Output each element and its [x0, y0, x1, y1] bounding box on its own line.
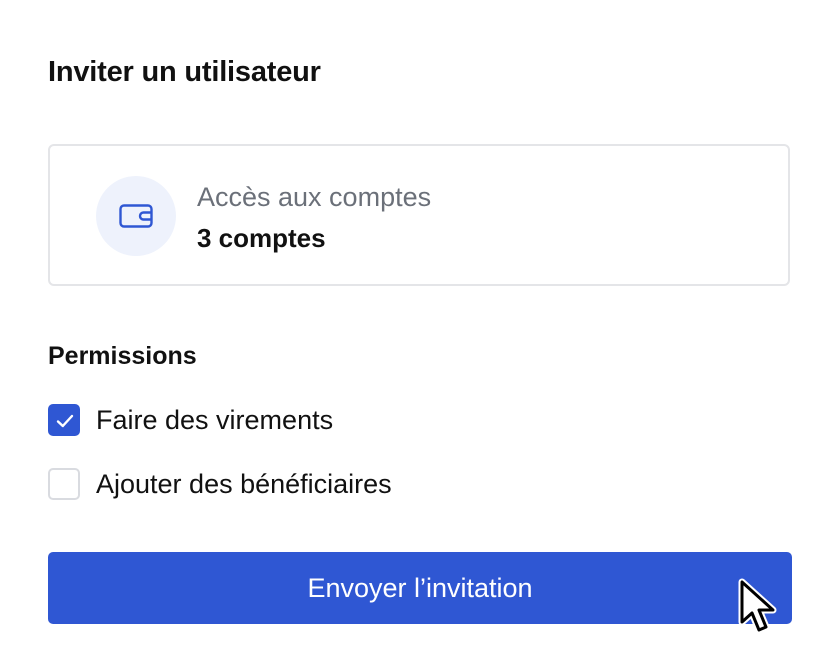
send-invitation-button[interactable]: Envoyer l’invitation — [48, 552, 792, 624]
wallet-icon-badge — [96, 176, 176, 256]
beneficiaries-label: Ajouter des bénéficiaires — [96, 469, 392, 499]
permission-transfers[interactable]: Faire des virements — [48, 402, 333, 438]
account-access-label: Accès aux comptes — [197, 182, 432, 212]
invite-user-panel: Inviter un utilisateur Accès aux comptes… — [0, 0, 840, 672]
page-title: Inviter un utilisateur — [48, 56, 321, 88]
transfers-label: Faire des virements — [96, 405, 334, 435]
account-access-card[interactable]: Accès aux comptes 3 comptes — [48, 144, 790, 286]
beneficiaries-checkbox[interactable] — [48, 468, 80, 500]
permissions-heading: Permissions — [48, 342, 197, 370]
checkmark-icon — [56, 414, 74, 428]
permission-beneficiaries[interactable]: Ajouter des bénéficiaires — [48, 466, 392, 502]
account-access-value: 3 comptes — [197, 223, 326, 253]
transfers-checkbox[interactable] — [48, 404, 80, 436]
wallet-icon — [119, 204, 153, 228]
